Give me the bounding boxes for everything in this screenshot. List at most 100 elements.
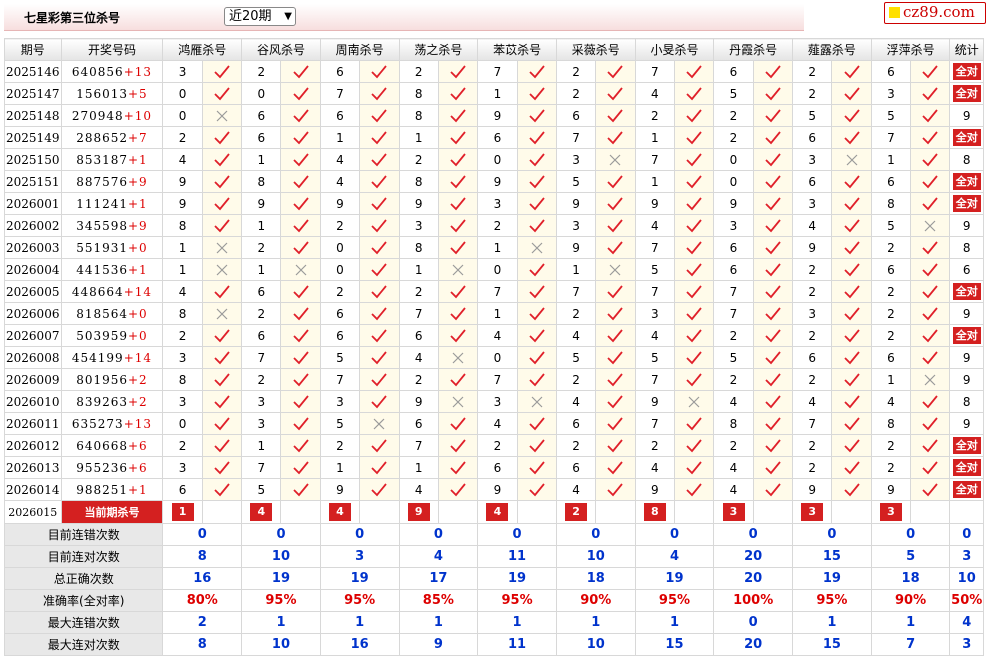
- check-icon: [673, 82, 715, 105]
- kill-number-cell: 2: [398, 280, 439, 303]
- stat-cell: 6: [949, 258, 984, 281]
- summary-value: 95%: [319, 589, 400, 612]
- check-icon: [831, 170, 872, 193]
- summary-value: 9: [398, 633, 479, 656]
- check-icon: [831, 456, 872, 479]
- column-header: 统计: [949, 38, 984, 61]
- check-icon: [437, 368, 479, 391]
- draw-sum-offset: +1: [128, 262, 148, 277]
- current-kill-cell: 4: [319, 500, 361, 524]
- summary-value: 1: [634, 611, 715, 634]
- summary-value: 18: [870, 567, 951, 590]
- kill-number-cell: 4: [555, 324, 597, 347]
- check-icon: [516, 82, 557, 105]
- kill-number-cell: 5: [555, 346, 597, 369]
- table-row: 2026012 640668+6 2 1 2 7 2 2 2 2 2 2 全对: [4, 434, 984, 457]
- kill-number-cell: 9: [319, 192, 361, 215]
- check-icon: [437, 82, 479, 105]
- site-logo[interactable]: cz89.com: [884, 2, 986, 24]
- kill-number-cell: 4: [713, 390, 754, 413]
- check-icon: [516, 258, 557, 281]
- check-icon: [673, 214, 715, 237]
- kill-number-cell: 1: [634, 126, 675, 149]
- column-header: 浮萍杀号: [870, 38, 951, 61]
- kill-number-cell: 3: [162, 346, 203, 369]
- check-icon: [516, 412, 557, 435]
- empty-cell: [280, 500, 321, 524]
- stat-cell: 全对: [949, 434, 984, 457]
- kill-number-cell: 9: [162, 192, 203, 215]
- kill-number-cell: 3: [713, 214, 754, 237]
- kill-number-cell: 5: [870, 104, 912, 127]
- current-kill-label: 当前期杀号: [60, 500, 164, 524]
- check-icon: [910, 434, 951, 457]
- table-row: 2026014 988251+1 6 5 9 4 9 4 9 4 9 9 全对: [4, 478, 984, 501]
- current-kill-cell: 1: [162, 500, 203, 524]
- check-icon: [280, 478, 321, 501]
- check-icon: [201, 170, 243, 193]
- kill-number-cell: 4: [319, 148, 361, 171]
- table-row: 2026008 454199+14 3 7 5 4 0 5 5 5 6 6 9: [4, 346, 984, 369]
- kill-number-cell: 7: [634, 280, 675, 303]
- period-cell: 2026002: [4, 214, 62, 237]
- summary-value: 7: [870, 633, 951, 656]
- check-icon: [201, 148, 243, 171]
- check-icon: [831, 82, 872, 105]
- kill-number-cell: 6: [241, 324, 282, 347]
- column-header: 采薇杀号: [555, 38, 636, 61]
- summary-value: 18: [555, 567, 636, 590]
- draw-digits: 801956: [76, 372, 128, 387]
- kill-number-cell: 2: [319, 280, 361, 303]
- check-icon: [201, 390, 243, 413]
- check-icon: [831, 390, 872, 413]
- check-icon: [201, 192, 243, 215]
- cross-icon: [437, 346, 479, 369]
- kill-number-cell: 1: [398, 126, 439, 149]
- kill-number-cell: 2: [398, 368, 439, 391]
- check-icon: [201, 280, 243, 303]
- summary-value: 0: [792, 523, 872, 546]
- check-icon: [280, 170, 321, 193]
- check-icon: [280, 82, 321, 105]
- check-icon: [359, 170, 400, 193]
- table-body: 2025146 640856+13 3 2 6 2 7 2 7 6 2 6 全对 2025147 15601…: [3, 60, 984, 656]
- table-row: 2026003 551931+0 1 2 0 8 1 9 7 6 9 2 8: [4, 236, 984, 259]
- kill-number-cell: 3: [870, 82, 912, 105]
- kill-number-cell: 6: [870, 346, 912, 369]
- check-icon: [280, 280, 321, 303]
- check-icon: [359, 148, 400, 171]
- kill-number-cell: 4: [634, 324, 675, 347]
- kill-number-cell: 2: [555, 82, 597, 105]
- kill-number-cell: 9: [555, 236, 597, 259]
- summary-value: 15: [792, 633, 872, 656]
- range-select[interactable]: 近20期 ▼: [224, 7, 296, 26]
- check-icon: [280, 126, 321, 149]
- check-icon: [752, 126, 794, 149]
- kill-number-cell: 4: [792, 214, 833, 237]
- draw-sum-offset: +1: [128, 196, 148, 211]
- empty-cell: [910, 500, 951, 524]
- draw-digits: 288652: [76, 130, 128, 145]
- kill-number-cell: 1: [870, 148, 912, 171]
- kill-number-cell: 7: [477, 60, 518, 83]
- draw-digits: 156013: [76, 86, 128, 101]
- check-icon: [359, 390, 400, 413]
- check-icon: [595, 324, 636, 347]
- stat-cell: 9: [949, 302, 984, 325]
- summary-value: 0: [949, 523, 984, 546]
- draw-sum-offset: +6: [128, 438, 148, 453]
- summary-value: 11: [477, 633, 557, 656]
- summary-label: 最大连对次数: [3, 633, 164, 656]
- draw-number-cell: 441536+1: [60, 258, 164, 281]
- stat-cell: 全对: [949, 192, 984, 215]
- summary-row: 目前连错次数 0 0 0 0 0 0 0 0 0 0 0: [3, 523, 984, 546]
- summary-value: 0: [162, 523, 243, 546]
- draw-number-cell: 801956+2: [60, 368, 164, 391]
- period-cell: 2025150: [4, 148, 62, 171]
- check-icon: [673, 478, 715, 501]
- table-row: 2026011 635273+13 0 3 5 6 4 6 7 8 7 8 9: [4, 412, 984, 435]
- kill-number-cell: 7: [792, 412, 833, 435]
- summary-value: 90%: [555, 589, 636, 612]
- kill-number-cell: 9: [398, 192, 439, 215]
- empty-cell: [437, 500, 479, 524]
